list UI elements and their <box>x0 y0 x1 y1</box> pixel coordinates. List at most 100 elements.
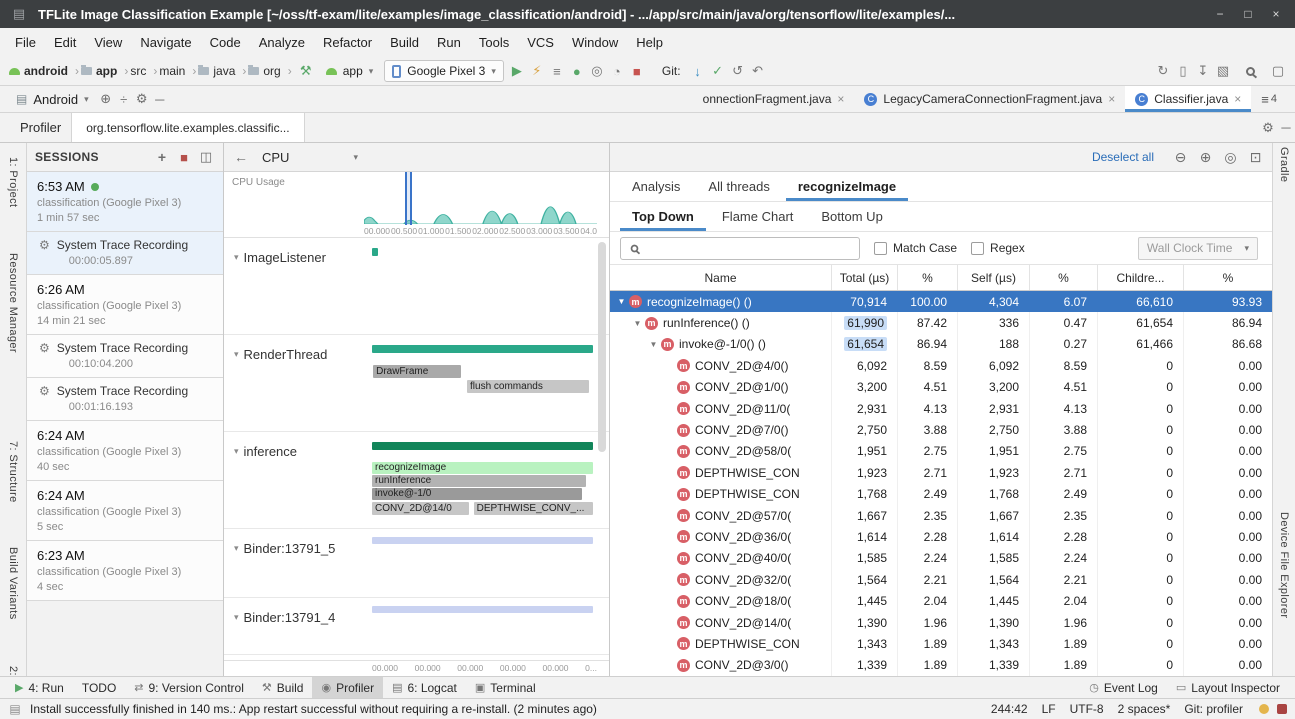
analysis-tab[interactable]: All threads <box>696 172 781 201</box>
deselect-all-link[interactable]: Deselect all <box>1092 150 1154 164</box>
collapse-icon[interactable]: ▾ <box>234 446 239 457</box>
gear-icon[interactable] <box>133 90 151 108</box>
apply-code-changes-icon[interactable]: ≡ <box>548 62 566 80</box>
thread-name[interactable]: ▾RenderThread <box>234 347 327 362</box>
tool-stripe-item[interactable]: Device File Explorer <box>1278 512 1290 618</box>
table-row[interactable]: ▼mrunInference() ()61,99087.423360.4761,… <box>610 312 1272 333</box>
table-row[interactable]: mCONV_2D@7/0()2,7503.882,7503.8800.00 <box>610 419 1272 440</box>
timeline-segment[interactable] <box>372 442 593 450</box>
collapse-all-icon[interactable] <box>115 90 133 108</box>
run-icon[interactable]: ▶ <box>508 62 526 80</box>
column-header[interactable]: Self (µs) <box>958 265 1030 290</box>
thread-row[interactable]: ▾ImageListener <box>224 238 609 335</box>
column-header[interactable]: Childre... <box>1098 265 1184 290</box>
session-item[interactable]: 6:53 AMclassification (Google Pixel 3)1 … <box>27 172 223 232</box>
timeline-segment[interactable]: recognizeImage <box>372 462 593 474</box>
table-row[interactable]: mCONV_2D@14/0(1,3901.961,3901.9600.00 <box>610 612 1272 633</box>
menu-item[interactable]: Build <box>381 35 428 50</box>
timeline-segment[interactable]: invoke@-1/0 <box>372 488 582 500</box>
back-icon[interactable] <box>232 148 250 166</box>
run-config-select[interactable]: app <box>319 62 381 80</box>
tool-stripe-item[interactable]: 1: Project <box>7 157 19 207</box>
column-header[interactable]: Name <box>610 265 832 290</box>
session-item[interactable]: 6:24 AMclassification (Google Pixel 3)40… <box>27 421 223 481</box>
table-row[interactable]: mCONV_2D@36/0(1,6142.281,6142.2800.00 <box>610 526 1272 547</box>
table-row[interactable]: mCONV_2D@3/0()1,3391.891,3391.8900.00 <box>610 655 1272 676</box>
tool-button-logcat[interactable]: ▤ 6: Logcat <box>383 677 466 698</box>
cpu-usage-chart[interactable]: CPU Usage 00.00000.50001.00001.50002.000… <box>224 172 609 238</box>
indicator-icon[interactable] <box>1277 704 1287 714</box>
menu-item[interactable]: VCS <box>518 35 563 50</box>
collapse-icon[interactable]: ▾ <box>234 543 239 554</box>
thread-row[interactable]: ▾inferencerecognizeImagerunInferenceinvo… <box>224 432 609 529</box>
cpu-selector[interactable]: CPU <box>258 148 362 167</box>
device-select[interactable]: Google Pixel 3 <box>384 60 504 82</box>
tool-button-todo[interactable]: TODO <box>73 677 125 698</box>
device-manager-icon[interactable]: ▯ <box>1174 62 1192 80</box>
analysis-subtab[interactable]: Bottom Up <box>809 202 894 231</box>
timeline-segment[interactable]: runInference <box>372 475 586 487</box>
hide-panel-icon[interactable] <box>151 90 169 108</box>
locate-file-icon[interactable] <box>97 90 115 108</box>
gear-icon[interactable] <box>1259 119 1277 137</box>
analysis-tab[interactable]: recognizeImage <box>786 172 908 201</box>
thread-name[interactable]: ▾Binder:13791_5 <box>234 541 335 556</box>
table-row[interactable]: mDEPTHWISE_CON1,9232.711,9232.7100.00 <box>610 462 1272 483</box>
session-item[interactable]: 6:23 AMclassification (Google Pixel 3)4 … <box>27 541 223 601</box>
status-widget[interactable]: 2 spaces* <box>1118 702 1171 716</box>
profiler-window-title[interactable]: Profiler <box>10 113 71 142</box>
build-hammer-icon[interactable] <box>297 62 315 80</box>
app-menu-icon[interactable] <box>10 5 28 23</box>
tool-button-build[interactable]: ⚒ Build <box>253 677 313 698</box>
tool-button-run[interactable]: ▶ 4: Run <box>6 677 73 698</box>
search-everywhere-icon[interactable] <box>1246 67 1255 76</box>
table-row[interactable]: ▼mrecognizeImage() ()70,914100.004,3046.… <box>610 291 1272 312</box>
timeline-segment[interactable] <box>372 248 378 256</box>
hidden-tabs-button[interactable]: 4 <box>1251 86 1287 112</box>
menu-item[interactable]: File <box>6 35 45 50</box>
thread-row[interactable]: ▾Binder:13791_4 <box>224 598 609 655</box>
sync-project-icon[interactable]: ↻ <box>1154 62 1172 80</box>
scrollbar[interactable] <box>598 242 606 656</box>
status-widget[interactable]: UTF-8 <box>1070 702 1104 716</box>
breadcrumb-item[interactable]: android <box>8 64 80 78</box>
thread-row[interactable]: ▾RenderThreadDrawFrameflush commands <box>224 335 609 432</box>
stop-session-icon[interactable] <box>175 148 193 166</box>
minimize-button[interactable] <box>1211 7 1229 21</box>
editor-tab[interactable]: Classifier.java <box>1125 86 1251 112</box>
menu-item[interactable]: View <box>85 35 131 50</box>
status-message[interactable]: Install successfully finished in 140 ms.… <box>30 702 597 716</box>
menu-item[interactable]: Window <box>563 35 627 50</box>
expand-icon[interactable]: ▼ <box>632 319 643 328</box>
commit-icon[interactable]: ✓ <box>709 62 727 80</box>
problems-icon[interactable]: ▧ <box>1214 62 1232 80</box>
breadcrumb-item[interactable]: java <box>197 64 247 78</box>
editor-tab[interactable]: onnectionFragment.java <box>693 86 855 112</box>
menu-item[interactable]: Run <box>428 35 470 50</box>
debug-icon[interactable]: ● <box>568 62 586 80</box>
collapse-icon[interactable]: ▾ <box>234 612 239 623</box>
maximize-button[interactable] <box>1239 7 1257 21</box>
trace-item[interactable]: System Trace Recording00:00:05.897 <box>27 232 223 275</box>
table-row[interactable]: mCONV_2D@11/0(2,9314.132,9314.1300.00 <box>610 398 1272 419</box>
regex-checkbox[interactable]: Regex <box>971 241 1025 255</box>
status-widget[interactable]: 244:42 <box>991 702 1028 716</box>
timeline-segment[interactable] <box>372 345 593 353</box>
table-row[interactable]: mDEPTHWISE_CON1,3431.891,3431.8900.00 <box>610 633 1272 654</box>
table-row[interactable]: mCONV_2D@32/0(1,5642.211,5642.2100.00 <box>610 569 1272 590</box>
table-row[interactable]: mCONV_2D@4/0()6,0928.596,0928.5900.00 <box>610 355 1272 376</box>
status-widget[interactable]: Git: profiler <box>1184 702 1243 716</box>
trace-item[interactable]: System Trace Recording00:01:16.193 <box>27 378 223 421</box>
zoom-in-icon[interactable] <box>1197 148 1214 166</box>
timeline-segment[interactable]: DEPTHWISE_CONV_... <box>474 502 593 515</box>
zoom-out-icon[interactable] <box>1172 148 1189 166</box>
table-row[interactable]: mCONV_2D@1/0()3,2004.513,2004.5100.00 <box>610 377 1272 398</box>
timeline-segment[interactable] <box>372 537 593 544</box>
match-case-checkbox[interactable]: Match Case <box>874 241 957 255</box>
add-session-icon[interactable] <box>153 148 171 166</box>
stop-icon[interactable]: ■ <box>628 62 646 80</box>
analysis-subtab[interactable]: Top Down <box>620 202 706 231</box>
sdk-manager-icon[interactable]: ↧ <box>1194 62 1212 80</box>
column-header[interactable]: % <box>1184 265 1272 290</box>
table-row[interactable]: mCONV_2D@40/0(1,5852.241,5852.2400.00 <box>610 548 1272 569</box>
